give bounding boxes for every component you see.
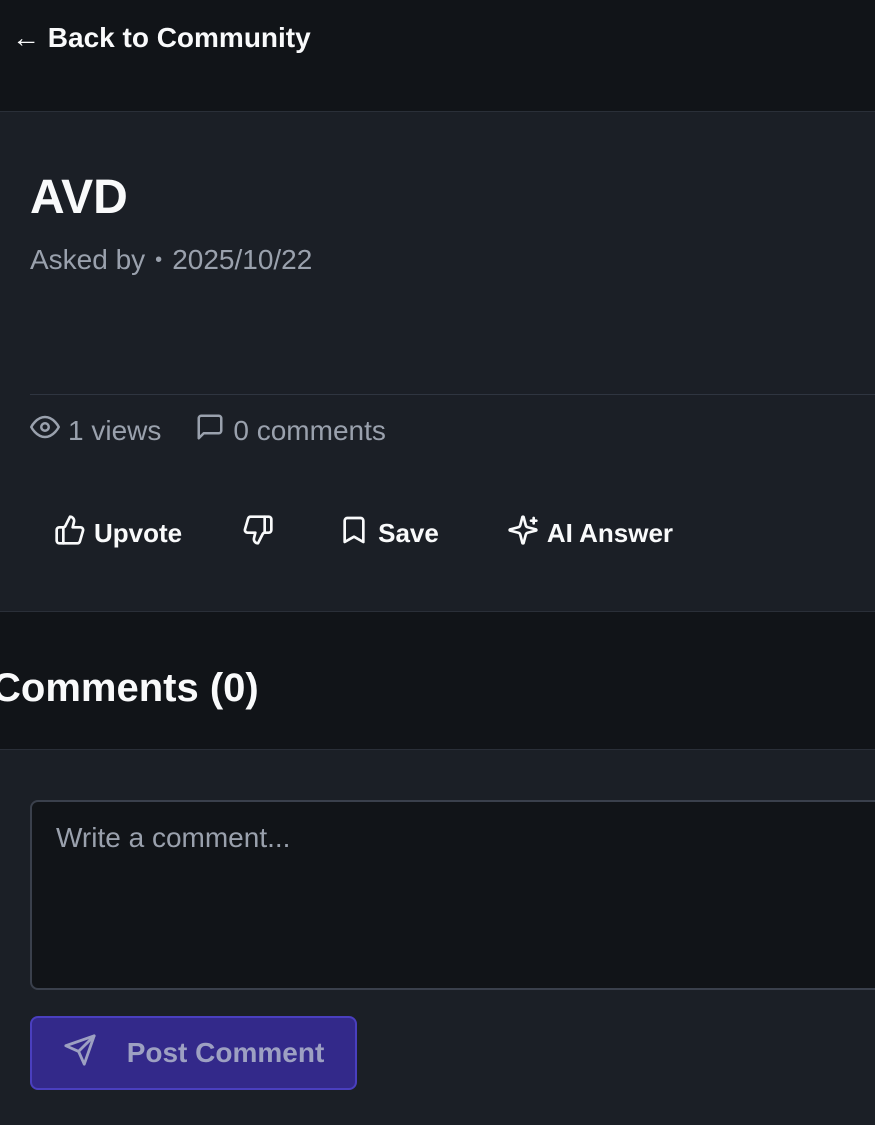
thumbs-up-icon — [54, 514, 94, 553]
post-stats: 1 views 0 comments — [30, 412, 386, 449]
post-meta: Asked by • 2025/10/22 — [30, 244, 312, 276]
thumbs-down-icon — [242, 514, 274, 553]
views-stat: 1 views — [30, 412, 161, 449]
post-actions: Upvote Save AI Answer — [40, 510, 687, 557]
save-label: Save — [378, 518, 439, 548]
bookmark-icon — [338, 514, 378, 553]
post-comment-label: Post Comment — [126, 1037, 325, 1068]
post-card: AVD Asked by • 2025/10/22 1 views 0 comm… — [0, 112, 875, 612]
sparkles-icon — [507, 514, 547, 553]
upvote-button[interactable]: Upvote — [40, 510, 196, 557]
save-button[interactable]: Save — [324, 510, 453, 557]
downvote-button[interactable] — [236, 510, 280, 557]
comments-count: 0 comments — [233, 414, 386, 446]
top-bar: ← Back to Community — [0, 0, 875, 112]
post-comment-button[interactable]: Post Comment — [30, 1016, 357, 1090]
back-to-community-link[interactable]: ← Back to Community — [12, 22, 311, 54]
divider — [30, 394, 875, 395]
asked-by-label: Asked by — [30, 244, 146, 275]
comments-title: Comments (0) — [0, 666, 259, 710]
eye-icon — [30, 412, 68, 449]
comments-header: Comments (0) — [0, 612, 875, 750]
comment-form: Post Comment — [0, 750, 875, 1125]
upvote-label: Upvote — [94, 518, 183, 548]
post-title: AVD — [30, 171, 128, 224]
views-count: 1 views — [68, 414, 162, 446]
comment-icon — [195, 412, 233, 449]
meta-separator: • — [155, 248, 163, 271]
comment-input[interactable] — [30, 800, 875, 990]
ai-answer-button[interactable]: AI Answer — [493, 510, 687, 557]
post-date: 2025/10/22 — [172, 244, 313, 275]
send-icon — [63, 1033, 127, 1074]
comments-stat: 0 comments — [195, 412, 386, 449]
ai-answer-label: AI Answer — [546, 518, 674, 548]
